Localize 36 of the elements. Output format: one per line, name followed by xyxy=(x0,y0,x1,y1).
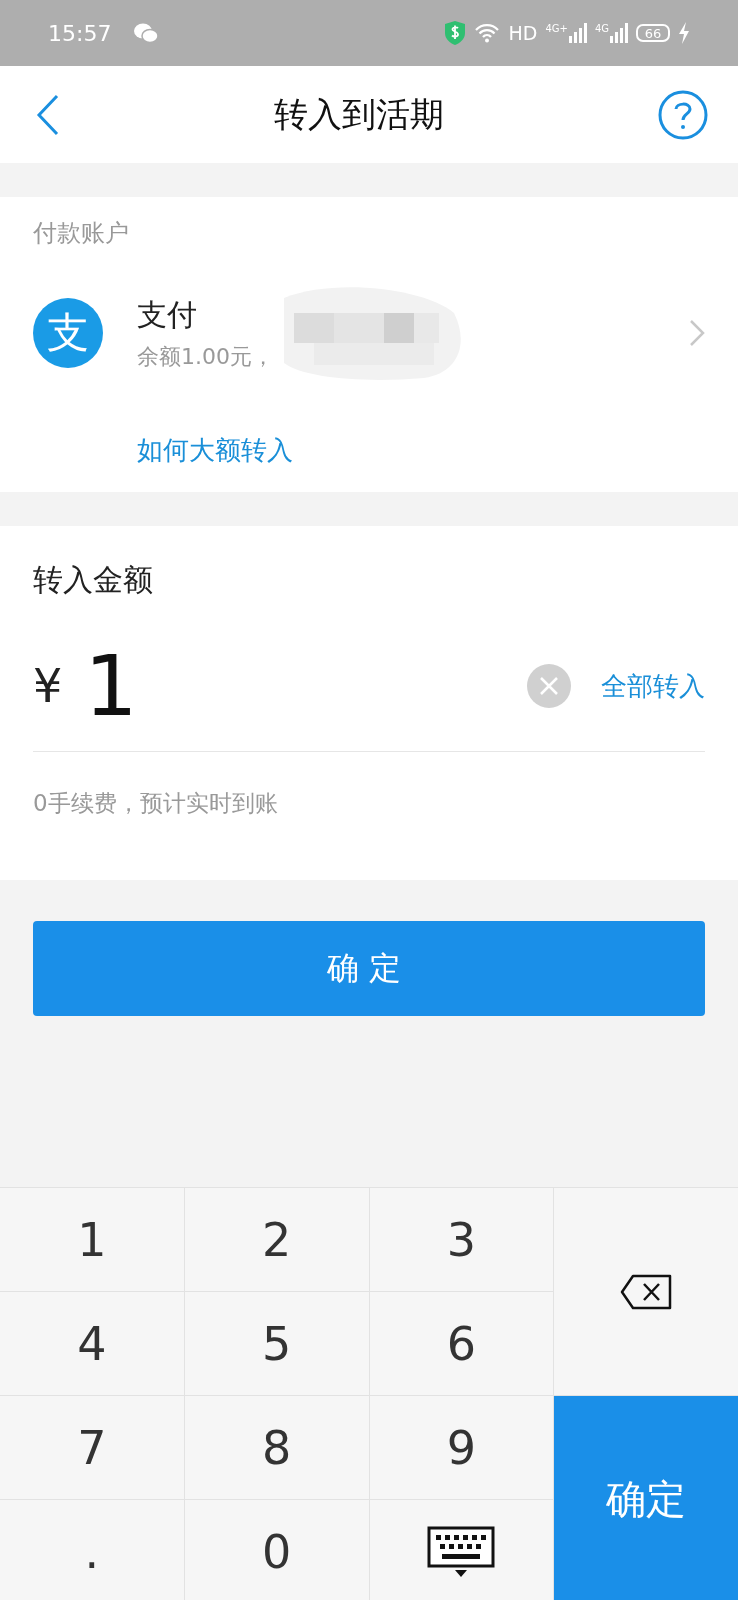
hd-label: HD xyxy=(508,22,538,44)
signal-icon xyxy=(568,23,587,43)
page-title: 转入到活期 xyxy=(274,92,444,136)
keypad-key[interactable]: 0 xyxy=(184,1500,369,1600)
chat-bubbles-icon xyxy=(133,22,160,44)
account-balance: 余额1.00元， xyxy=(137,342,274,371)
amount-field[interactable]: 1 xyxy=(84,644,138,728)
keypad-key[interactable]: 6 xyxy=(369,1292,554,1395)
transfer-all-link[interactable]: 全部转入 xyxy=(601,668,705,704)
network-label: 4G xyxy=(594,23,609,34)
large-transfer-link[interactable]: 如何大额转入 xyxy=(137,433,293,468)
fee-note: 0手续费，预计实时到账 xyxy=(33,789,279,818)
signal-icon xyxy=(610,23,628,43)
wifi-icon xyxy=(474,23,501,43)
keypad-key[interactable]: 5 xyxy=(184,1292,369,1395)
section-heading: 转入金额 xyxy=(33,561,154,599)
account-name[interactable]: 支付 xyxy=(137,294,274,336)
keypad-key[interactable]: 1 xyxy=(0,1188,184,1291)
section-heading: 付款账户 xyxy=(33,218,130,249)
keypad-key[interactable]: 4 xyxy=(0,1292,184,1395)
network-label: 4G+ xyxy=(545,23,568,34)
keypad-key[interactable]: 7 xyxy=(0,1396,184,1499)
payment-logo: 支 xyxy=(33,298,103,368)
hide-keyboard-key[interactable] xyxy=(369,1500,554,1600)
clock-time: 15:57 xyxy=(48,20,112,46)
keyboard-icon xyxy=(427,1525,496,1578)
keypad-key[interactable]: 3 xyxy=(369,1188,554,1291)
battery-icon: 66 xyxy=(636,24,670,42)
keypad-key[interactable]: 8 xyxy=(184,1396,369,1499)
shield-icon xyxy=(444,20,467,46)
keypad-key[interactable]: 9 xyxy=(369,1396,554,1499)
keypad-key[interactable]: . xyxy=(0,1500,184,1600)
currency-symbol: ¥ xyxy=(33,659,63,713)
keypad-key[interactable]: 2 xyxy=(184,1188,369,1291)
back-icon[interactable] xyxy=(36,93,60,136)
help-icon[interactable] xyxy=(658,89,708,140)
